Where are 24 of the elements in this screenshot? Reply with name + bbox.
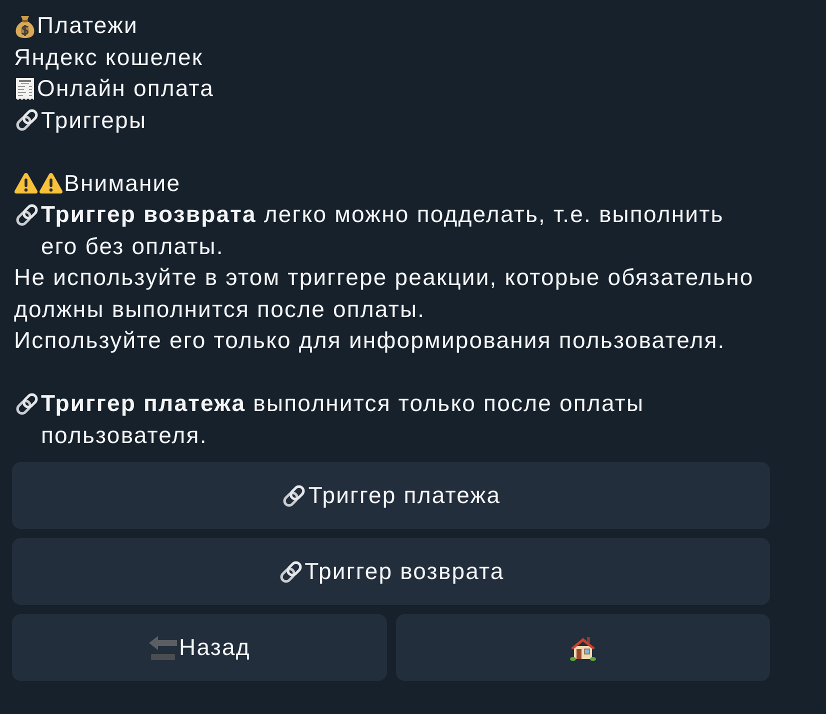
link-icon [14, 107, 40, 134]
money-bag-icon [14, 14, 36, 38]
message-text: Используйте его только для информирования пользователя. [14, 326, 726, 355]
house-icon [570, 634, 596, 660]
trigger-button[interactable]: Триггер платежа [12, 462, 770, 529]
message-text: Яндекс кошелек [14, 42, 204, 72]
message-text: Онлайн оплата [37, 74, 214, 103]
warning-icon [39, 172, 63, 194]
link-icon [278, 558, 304, 584]
back-button[interactable]: Назад [12, 614, 386, 681]
warning-icon [14, 172, 38, 194]
message-text: Внимание [64, 168, 181, 198]
receipt-icon [14, 76, 36, 101]
link-icon [14, 390, 40, 417]
home-button[interactable] [396, 614, 770, 681]
message-text: Триггер возврата легко можно подделать, т.е. выполнить его без оплаты. [41, 200, 725, 260]
message-text: Триггеры [41, 106, 147, 135]
message-text: Платежи [37, 11, 138, 40]
trigger-button[interactable]: Триггер возврата [12, 538, 770, 605]
link-icon [14, 202, 40, 228]
message-text: Триггер платежа выполнится только после оплаты пользователя. [41, 389, 646, 450]
link-icon [281, 482, 308, 508]
message-text: Не используйте в этом триггере реакции, которые обязательно должны выполнится после оплаты. [14, 263, 755, 324]
back-arrow-icon [148, 634, 178, 660]
